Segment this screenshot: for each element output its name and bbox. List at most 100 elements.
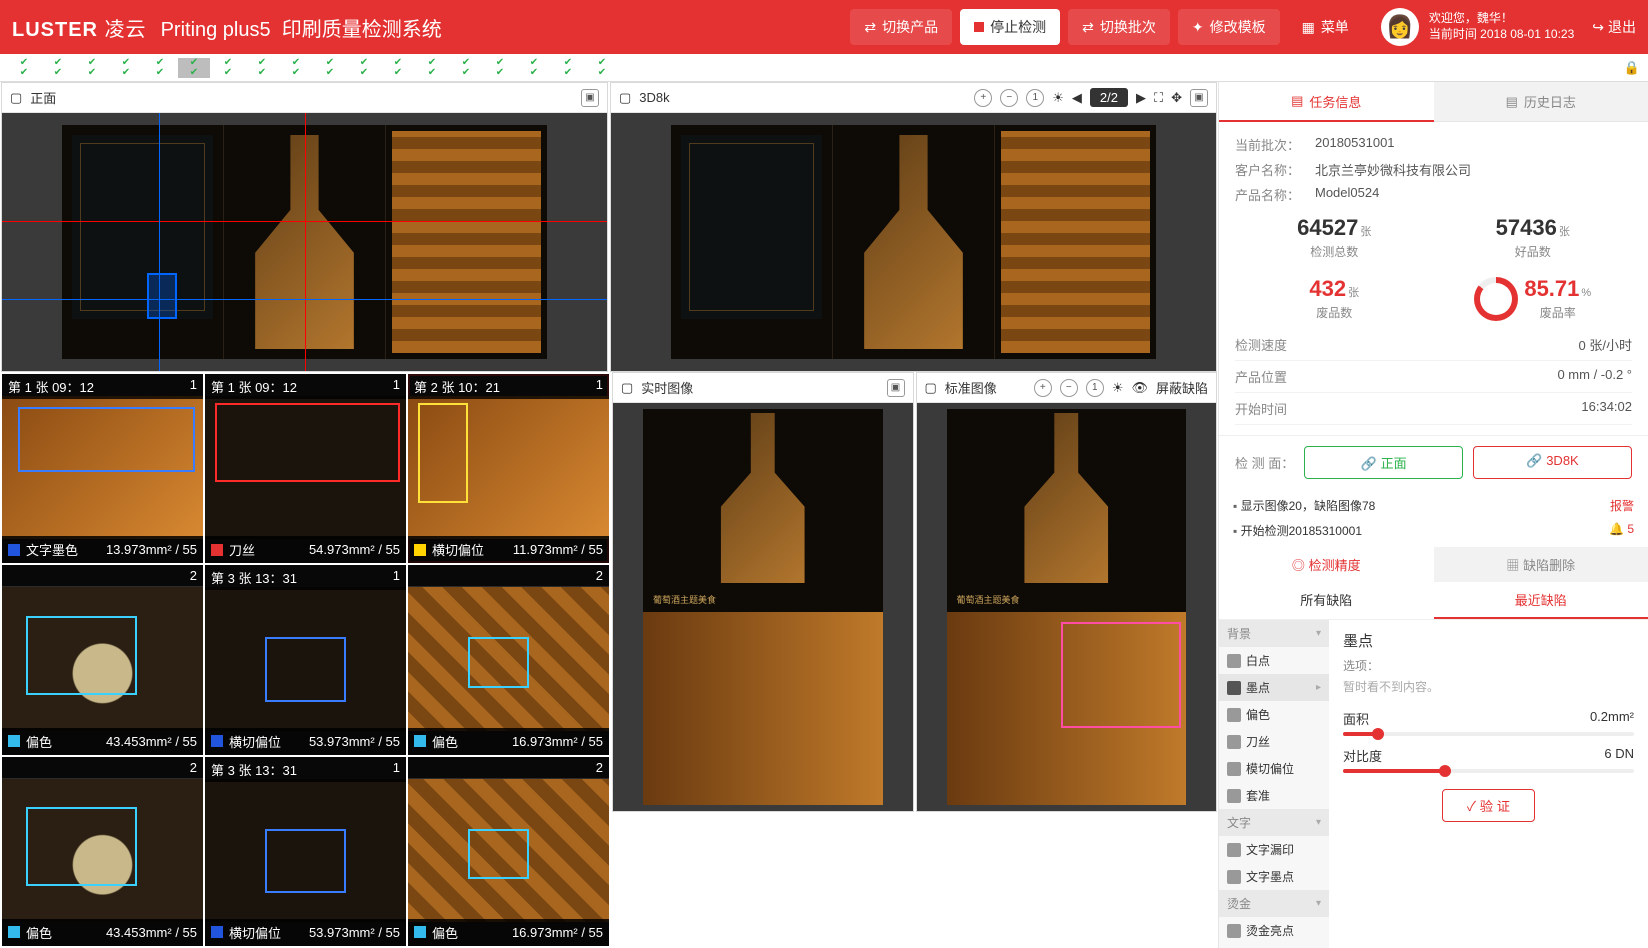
defect-card[interactable]: 第 2 张 10：211横切偏位11.973mm² / 55 [408,374,609,563]
window-icon: ▢ [619,90,631,106]
position-value: 0 mm / -0.2 ° [1557,367,1632,386]
defect-detail: 墨点 选项： 暂时看不到内容。 面积0.2mm² 对比度6 DN ✓ 验 证 [1329,620,1648,948]
speed-value: 0 张/小时 [1579,335,1632,354]
contrast-slider[interactable]: 对比度6 DN [1343,746,1634,773]
pane-title: 3D8k [639,90,669,105]
subtab-delete[interactable]: ▦ 缺陷删除 [1434,547,1648,582]
maximize-icon[interactable]: ▣ [1190,89,1208,107]
user-info: 欢迎您，魏华！ 当前时间 2018 08-01 10:23 [1429,11,1574,42]
zoom-reset-icon[interactable]: 1 [1086,379,1104,397]
cat-tangjinliangdian[interactable]: 烫金亮点 [1219,917,1329,944]
link-icon: 🔗 [1526,453,1542,468]
area-slider[interactable]: 面积0.2mm² [1343,709,1634,736]
swap-icon: ⇄ [864,19,876,36]
check-column[interactable]: ✔✔ [280,58,312,78]
defect-card[interactable]: 2偏色43.453mm² / 55 [2,565,203,754]
stop-detection-button[interactable]: 停止检测 [960,9,1060,45]
defect-card[interactable]: 第 3 张 13：311横切偏位53.973mm² / 55 [205,757,406,946]
selection-box[interactable] [147,273,177,319]
defect-card[interactable]: 第 3 张 13：311横切偏位53.973mm² / 55 [205,565,406,754]
filter-recent-defects[interactable]: 最近缺陷 [1434,582,1648,619]
crosshair-blue-horizontal [2,299,607,300]
category-header-bg[interactable]: 背景▾ [1219,620,1329,647]
cat-pianse[interactable]: 偏色 [1219,701,1329,728]
logout-button[interactable]: ↪退出 [1592,17,1636,37]
cat-modian[interactable]: 墨点▸ [1219,674,1329,701]
zoom-out-icon[interactable]: − [1000,89,1018,107]
cat-moqiepianwei[interactable]: 模切偏位 [1219,755,1329,782]
verify-button[interactable]: ✓ 验 证 [1442,789,1535,822]
next-icon[interactable]: ▶ [1136,90,1146,106]
defect-rate-donut [1474,277,1518,321]
customer-value: 北京兰亭妙微科技有限公司 [1315,160,1471,179]
log-item: 开始检测20185310001 [1233,522,1362,539]
defect-category-list: 背景▾ 白点 墨点▸ 偏色 刀丝 模切偏位 套准 文字▾ 文字漏印 文字墨点 烫… [1219,620,1329,948]
check-column[interactable]: ✔✔ [8,58,40,78]
grid-icon: ▦ [1506,558,1519,573]
check-column[interactable]: ✔✔ [42,58,74,78]
category-header-text[interactable]: 文字▾ [1219,809,1329,836]
grid-icon: ▦ [1302,19,1315,36]
log-item: 显示图像20，缺陷图像78 [1233,497,1375,514]
maximize-icon[interactable]: ▣ [887,379,905,397]
check-column[interactable]: ✔✔ [314,58,346,78]
target-icon: ◎ [1292,558,1305,573]
check-column[interactable]: ✔✔ [416,58,448,78]
target-icon[interactable]: ✥ [1171,90,1182,106]
defect-card[interactable]: 2偏色43.453mm² / 55 [2,757,203,946]
detail-empty: 暂时看不到内容。 [1343,678,1634,695]
zoom-reset-icon[interactable]: 1 [1026,89,1044,107]
fullscreen-icon[interactable]: ⛶ [1154,90,1163,106]
tab-task-info[interactable]: ▤任务信息 [1219,82,1434,122]
cat-tangjinandian[interactable]: 烫金暗点 [1219,944,1329,948]
defect-card[interactable]: 2偏色16.973mm² / 55 [408,757,609,946]
cat-wenzimodian[interactable]: 文字墨点 [1219,863,1329,890]
lock-icon[interactable]: 🔒 [1624,60,1640,76]
check-column[interactable]: ✔✔ [110,58,142,78]
front-face-button[interactable]: 🔗 正面 [1304,446,1463,479]
zoom-in-icon[interactable]: + [974,89,992,107]
cat-wenzilouyin[interactable]: 文字漏印 [1219,836,1329,863]
3d-view-pane: ▢ 3D8k + − 1 ☀ ◀ 2/2 ▶ ⛶ ✥ ▣ [610,82,1217,372]
zoom-out-icon[interactable]: − [1060,379,1078,397]
check-column[interactable]: ✔✔ [484,58,516,78]
subtab-precision[interactable]: ◎ 检测精度 [1219,547,1434,582]
cat-baidian[interactable]: 白点 [1219,647,1329,674]
brightness-icon[interactable]: ☀ [1052,90,1064,106]
alarm-badge: 报警 [1610,497,1634,514]
filter-all-defects[interactable]: 所有缺陷 [1219,582,1434,619]
check-column[interactable]: ✔✔ [212,58,244,78]
product-name: Priting plus5 印刷质量检测系统 [161,13,442,42]
check-column[interactable]: ✔✔ [348,58,380,78]
check-column[interactable]: ✔✔ [450,58,482,78]
check-column[interactable]: ✔✔ [76,58,108,78]
prev-icon[interactable]: ◀ [1072,90,1082,106]
check-column[interactable]: ✔✔ [382,58,414,78]
check-column[interactable]: ✔✔ [552,58,584,78]
tab-history[interactable]: ▤历史日志 [1434,82,1648,122]
3d8k-face-button[interactable]: 🔗 3D8K [1473,446,1632,479]
check-column[interactable]: ✔✔ [144,58,176,78]
defect-card[interactable]: 第 1 张 09：121刀丝54.973mm² / 55 [205,374,406,563]
avatar[interactable]: 👩 [1381,8,1419,46]
defect-card[interactable]: 2偏色16.973mm² / 55 [408,565,609,754]
cat-taozhun[interactable]: 套准 [1219,782,1329,809]
cat-daosi[interactable]: 刀丝 [1219,728,1329,755]
check-column[interactable]: ✔✔ [586,58,618,78]
edit-template-button[interactable]: ✦修改模板 [1178,9,1280,45]
check-column[interactable]: ✔✔ [518,58,550,78]
shield-label[interactable]: 屏蔽缺陷 [1156,378,1208,397]
menu-button[interactable]: ▦菜单 [1288,9,1363,45]
check-column[interactable]: ✔✔ [178,58,210,78]
maximize-icon[interactable]: ▣ [581,89,599,107]
switch-batch-button[interactable]: ⇄切换批次 [1068,9,1170,45]
zoom-in-icon[interactable]: + [1034,379,1052,397]
check-column[interactable]: ✔✔ [246,58,278,78]
brightness-icon[interactable]: ☀ [1112,380,1124,396]
template-icon: ✦ [1192,19,1204,36]
switch-product-button[interactable]: ⇄切换产品 [850,9,952,45]
eye-icon[interactable]: 👁 [1131,380,1148,396]
category-header-foil[interactable]: 烫金▾ [1219,890,1329,917]
front-view-pane: ▢ 正面 ▣ [1,82,608,372]
defect-card[interactable]: 第 1 张 09：121文字墨色13.973mm² / 55 [2,374,203,563]
